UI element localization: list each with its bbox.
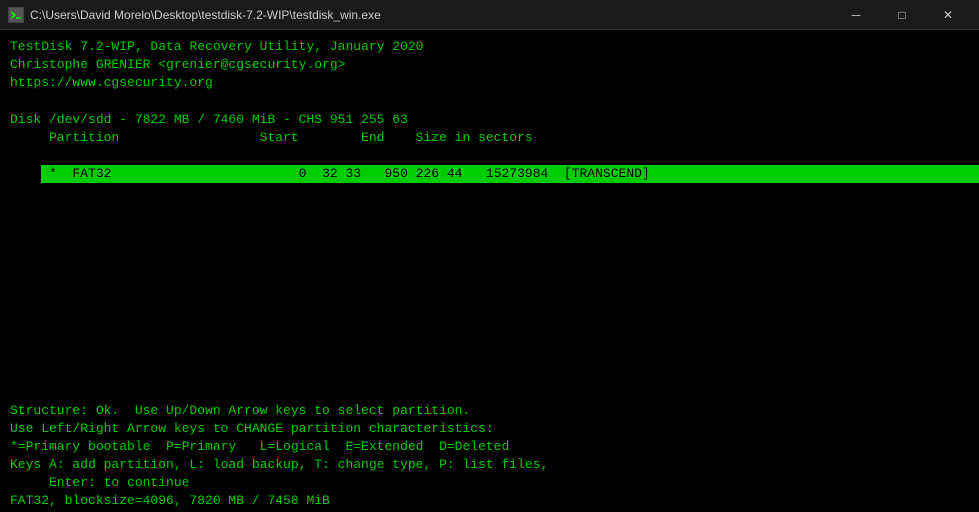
status-line5: Enter: to continue [10, 474, 969, 492]
terminal-area: TestDisk 7.2-WIP, Data Recovery Utility,… [0, 30, 979, 512]
titlebar-title: C:\Users\David Morelo\Desktop\testdisk-7… [30, 8, 381, 22]
minimize-button[interactable]: ─ [833, 0, 879, 30]
line-url: https://www.cgsecurity.org [10, 74, 969, 92]
status-line1: Structure: Ok. Use Up/Down Arrow keys to… [10, 402, 969, 420]
status-line2: Use Left/Right Arrow keys to CHANGE part… [10, 420, 969, 438]
status-line3: *=Primary bootable P=Primary L=Logical E… [10, 438, 969, 456]
status-line4: Keys A: add partition, L: load backup, T… [10, 456, 969, 474]
line-table-header: Partition Start End Size in sectors [10, 129, 969, 147]
maximize-button[interactable]: □ [879, 0, 925, 30]
empty-space [10, 202, 969, 402]
bottom-bar-line: FAT32, blocksize=4096, 7820 MB / 7458 Mi… [10, 492, 969, 510]
line-title: TestDisk 7.2-WIP, Data Recovery Utility,… [10, 38, 969, 56]
line-author: Christophe GRENIER <grenier@cgsecurity.o… [10, 56, 969, 74]
partition-row[interactable]: * FAT32 0 32 33 950 226 44 15273984 [TRA… [10, 147, 969, 202]
close-button[interactable]: ✕ [925, 0, 971, 30]
titlebar: C:\Users\David Morelo\Desktop\testdisk-7… [0, 0, 979, 30]
terminal-icon [8, 7, 24, 23]
titlebar-controls: ─ □ ✕ [833, 0, 971, 30]
line-disk-info: Disk /dev/sdd - 7822 MB / 7460 MiB - CHS… [10, 111, 969, 129]
line-empty1 [10, 93, 969, 111]
partition-selected-text[interactable]: * FAT32 0 32 33 950 226 44 15273984 [TRA… [41, 165, 979, 183]
titlebar-left: C:\Users\David Morelo\Desktop\testdisk-7… [8, 7, 381, 23]
